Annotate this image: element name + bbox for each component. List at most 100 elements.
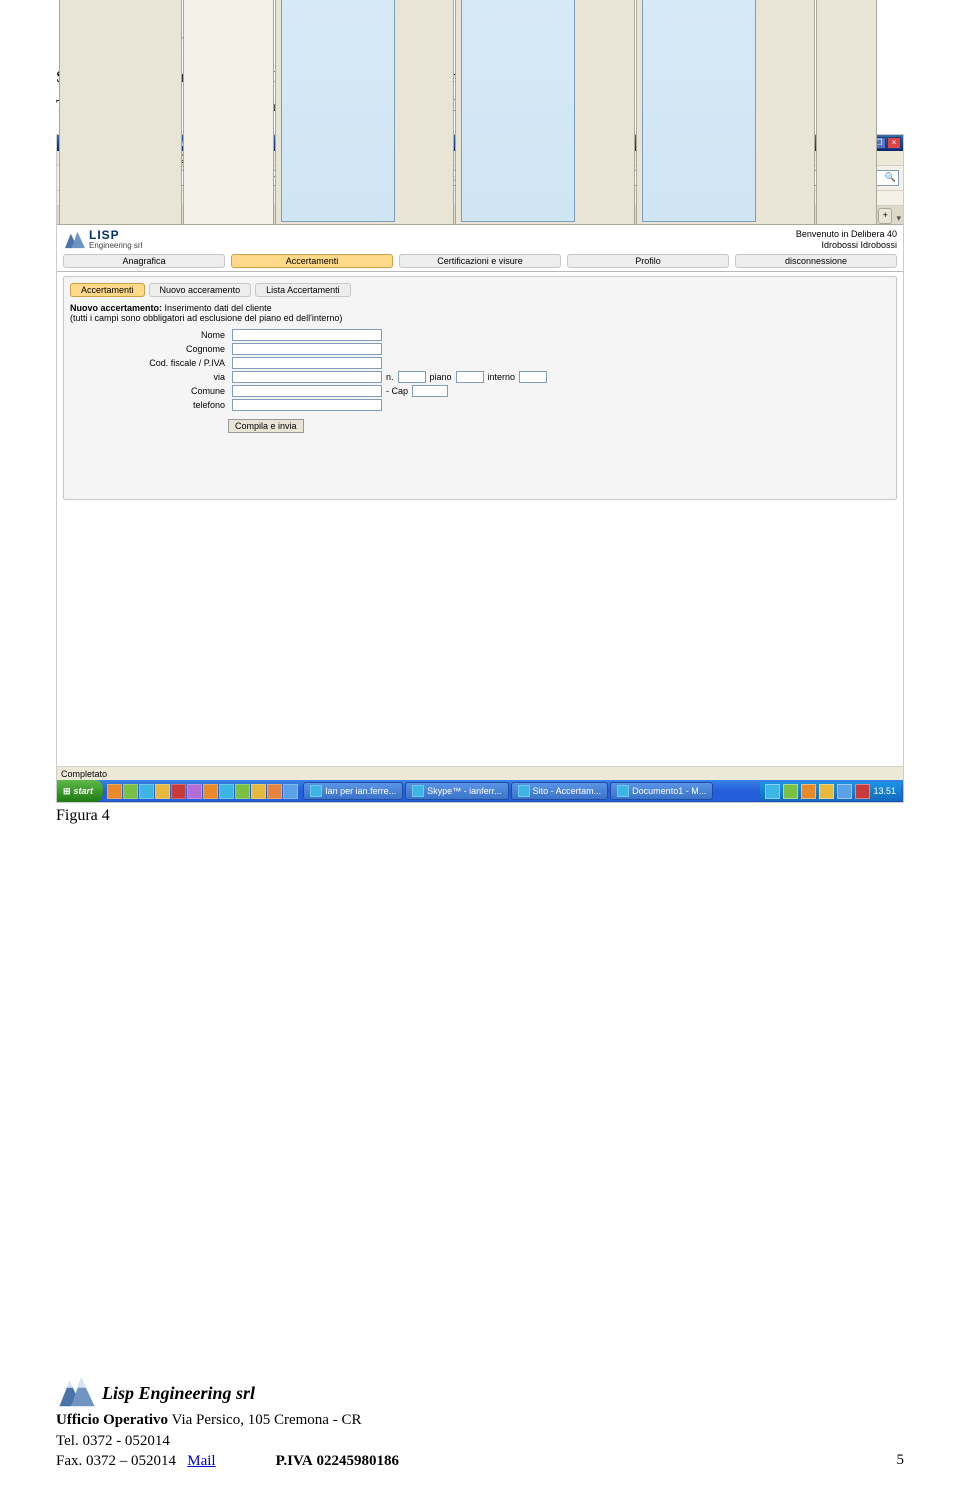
footer-fax: Fax. 0372 – 052014: [56, 1453, 176, 1469]
input-n[interactable]: [398, 371, 426, 383]
ql-icon[interactable]: [155, 784, 170, 799]
browser-tab[interactable]: OVH : guida×: [816, 0, 877, 224]
tabs-overflow-icon[interactable]: ▾: [896, 213, 901, 224]
taskbar-item[interactable]: Sito - Accertam...: [511, 782, 609, 800]
label-cf: Cod. fiscale / P.IVA: [70, 358, 228, 368]
input-cap[interactable]: [412, 385, 448, 397]
main-nav-item[interactable]: Anagrafica: [63, 254, 225, 268]
label-telefono: telefono: [70, 400, 228, 410]
tray-icon[interactable]: [855, 784, 870, 799]
label-piano: piano: [430, 372, 452, 382]
ql-icon[interactable]: [267, 784, 282, 799]
quick-launch: [107, 784, 298, 799]
tab-favicon-icon: [281, 0, 395, 222]
main-nav-item[interactable]: Certificazioni e visure: [399, 254, 561, 268]
input-nome[interactable]: [232, 329, 382, 341]
start-label: start: [74, 786, 94, 796]
ql-icon[interactable]: [107, 784, 122, 799]
doc-footer: Lisp Engineering srl Ufficio Operativo V…: [56, 1374, 904, 1471]
taskbar-item[interactable]: Documento1 - M...: [610, 782, 713, 800]
browser-tab[interactable]: Istruzioni×: [275, 0, 454, 224]
input-piano[interactable]: [456, 371, 484, 383]
webpage-content: LISP Engineering srl Benvenuto in Delibe…: [57, 225, 903, 767]
ql-icon[interactable]: [283, 784, 298, 799]
taskbar-item-icon: [412, 785, 424, 797]
taskbar-item-label: Sito - Accertam...: [533, 786, 602, 796]
firefox-status-bar: Completato: [57, 766, 903, 780]
welcome-text: Benvenuto in Delibera 40 Idrobossi Idrob…: [796, 229, 897, 251]
clock: 13.51: [873, 786, 896, 796]
input-interno[interactable]: [519, 371, 547, 383]
taskbar-item-icon: [310, 785, 322, 797]
form-title: Nuovo accertamento: Inserimento dati del…: [70, 303, 890, 323]
taskbar-item-label: Documento1 - M...: [632, 786, 706, 796]
label-n: n.: [386, 372, 394, 382]
footer-piva: 02245980186: [316, 1453, 399, 1469]
submit-button[interactable]: Compila e invia: [228, 419, 304, 433]
tab-favicon-icon: [642, 0, 756, 222]
main-nav: Anagrafica Accertamenti Certificazioni e v…: [57, 254, 903, 272]
system-tray: 13.51: [760, 782, 901, 801]
windows-flag-icon: ⊞: [63, 786, 71, 797]
footer-addr: Via Persico, 105 Cremona - CR: [172, 1412, 362, 1428]
input-cf[interactable]: [232, 357, 382, 369]
ql-icon[interactable]: [235, 784, 250, 799]
label-via: via: [70, 372, 228, 382]
ql-icon[interactable]: [171, 784, 186, 799]
footer-mail-link[interactable]: Mail: [187, 1453, 215, 1469]
ql-icon[interactable]: [123, 784, 138, 799]
main-nav-item[interactable]: disconnessione: [735, 254, 897, 268]
taskbar-item[interactable]: Skype™ - ianferr...: [405, 782, 509, 800]
form-title-bold: Nuovo accertamento:: [70, 303, 162, 313]
main-nav-item[interactable]: Accertamenti: [231, 254, 393, 268]
input-via[interactable]: [232, 371, 382, 383]
footer-tel: Tel. 0372 - 052014: [56, 1431, 904, 1451]
welcome-line1: Benvenuto in Delibera 40: [796, 229, 897, 239]
ql-icon[interactable]: [203, 784, 218, 799]
logo-line2: Engineering srl: [89, 241, 142, 250]
screenshot: Sito - Accertamenti - Mozilla Firefox _ …: [56, 134, 904, 804]
mountain-logo-icon: [56, 1374, 98, 1410]
footer-company: Lisp Engineering srl: [102, 1383, 255, 1410]
ql-icon[interactable]: [219, 784, 234, 799]
taskbar-item-icon: [617, 785, 629, 797]
taskbar-item[interactable]: Ian per ian.ferre...: [303, 782, 403, 800]
new-tab-button[interactable]: +: [878, 208, 892, 224]
sub-nav-item[interactable]: Accertamenti: [70, 283, 145, 297]
sub-nav-item[interactable]: Nuovo acceramento: [149, 283, 252, 297]
tray-icon[interactable]: [801, 784, 816, 799]
page-number: 5: [897, 1452, 905, 1469]
input-cognome[interactable]: [232, 343, 382, 355]
start-button[interactable]: ⊞ start: [57, 780, 103, 802]
tray-icon[interactable]: [783, 784, 798, 799]
input-comune[interactable]: [232, 385, 382, 397]
figure-caption: Figura 4: [56, 807, 904, 825]
ql-icon[interactable]: [139, 784, 154, 799]
input-telefono[interactable]: [232, 399, 382, 411]
tab-favicon-icon: [461, 0, 575, 222]
tray-icon[interactable]: [837, 784, 852, 799]
sub-nav-item[interactable]: Lista Accertamenti: [255, 283, 351, 297]
close-button[interactable]: ×: [887, 137, 901, 149]
footer-piva-label: P.IVA: [276, 1453, 313, 1469]
label-cognome: Cognome: [70, 344, 228, 354]
logo-line1: LISP: [89, 228, 120, 242]
sub-nav: Accertamenti Nuovo acceramentoLista Accer…: [70, 283, 890, 297]
browser-tab[interactable]: Gmail - Posta in arrivo - ianferr@g...×: [59, 0, 182, 224]
status-text: Completato: [61, 769, 107, 779]
tab-strip: Gmail - Posta in arrivo - ianferr@g...×S…: [57, 206, 903, 225]
tray-icon[interactable]: [765, 784, 780, 799]
browser-tab[interactable]: Sito - Accertamenti×: [183, 0, 274, 224]
tray-icon[interactable]: [819, 784, 834, 799]
label-cap: - Cap: [386, 386, 408, 396]
main-nav-item[interactable]: Profilo: [567, 254, 729, 268]
taskbar-item-icon: [518, 785, 530, 797]
ql-icon[interactable]: [251, 784, 266, 799]
ql-icon[interactable]: [187, 784, 202, 799]
label-nome: Nome: [70, 330, 228, 340]
browser-tab[interactable]: Istruzioni×: [636, 0, 815, 224]
site-logo: LISP Engineering srl: [63, 229, 142, 250]
search-icon[interactable]: 🔍: [885, 172, 896, 183]
taskbar-item-label: Ian per ian.ferre...: [325, 786, 396, 796]
browser-tab[interactable]: Istruzioni×: [455, 0, 634, 224]
